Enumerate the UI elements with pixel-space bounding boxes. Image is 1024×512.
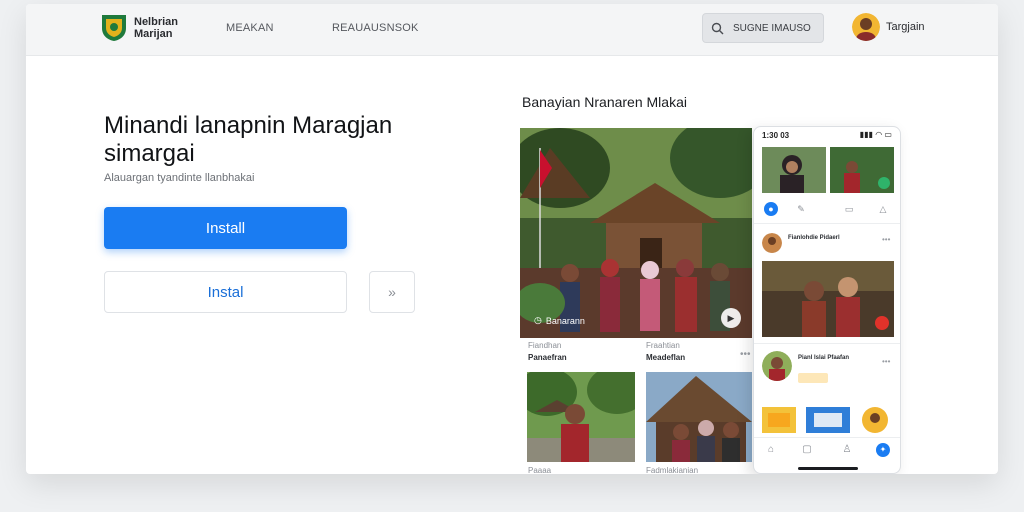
story-thumb-1[interactable] [762,147,826,193]
hut-photo[interactable] [646,372,752,462]
phone-bottom-nav: ⌂ ▢ ♙ ✦ [754,437,900,463]
search-box[interactable]: SUGNE IMAUSO [702,13,824,43]
hero-subtitle: Alauargan tyandinte llanbhakai [104,172,255,184]
brand-line-1: Nelbrian [134,16,179,28]
more-options-icon[interactable]: ••• [740,349,751,360]
post-tag-chip[interactable] [798,373,828,383]
caption-bold-2: Meadeflan [646,353,686,362]
post-photo-1[interactable] [762,261,894,337]
hero-title: Minandi lanapnin Maragjan simargai [104,112,393,167]
thumb-yellow[interactable] [762,407,796,433]
villager-photo-1[interactable] [527,372,635,462]
post-author-avatar-2[interactable] [762,351,792,381]
phone-tab-bar: ● ✎ ▭ △ [754,199,900,219]
overlay-text: Banarann [545,315,585,326]
caption-small-4: Fadmlakianian [646,466,699,474]
post-author-avatar-1[interactable] [762,233,782,253]
thumb-blue[interactable] [806,407,850,433]
chat-icon[interactable]: ▢ [800,443,814,457]
profile-icon[interactable]: ♙ [840,443,854,457]
nav-item-reauausnsok[interactable]: REAUAUSNSOK [332,22,419,34]
search-text: SUGNE IMAUSO [733,23,811,34]
post-more-icon-1[interactable]: ••• [882,235,890,244]
instal-secondary-button[interactable]: Instal [104,271,347,313]
post-author-name-1: Fianlohdie Pidaerl [788,235,840,241]
bell-tab-icon[interactable]: △ [876,202,890,216]
search-icon [711,22,724,35]
village-photo-main[interactable] [520,128,752,338]
home-tab-icon[interactable]: ● [764,202,778,216]
caption-small-1: Fiandhan [528,341,562,350]
phone-divider-2 [754,343,900,344]
brand-line-2: Marijan [134,28,173,40]
compass-icon[interactable]: ✦ [876,443,890,457]
next-arrow-button[interactable]: » [369,271,415,313]
brand-shield-logo[interactable] [100,12,128,42]
message-tab-icon[interactable]: ▭ [842,202,856,216]
clock-icon: ◷ [534,315,542,325]
caption-small-3: Paaaa [528,466,552,474]
photo-overlay-label: ◷ Banarann [534,315,585,326]
home-icon[interactable]: ⌂ [764,443,778,457]
top-navigation-bar: Nelbrian Marijan MEAKAN REAUAUSNSOK SUGN… [26,4,998,56]
home-indicator [798,467,858,470]
phone-divider-1 [754,223,900,224]
username[interactable]: Targjain [886,21,925,33]
post-more-icon-2[interactable]: ••• [882,357,890,366]
play-icon[interactable]: ▶ [721,308,741,328]
tag-tab-icon[interactable]: ✎ [794,202,808,216]
caption-small-2: Fraahtian [646,341,680,350]
post-author-name-2: Pianl Islai Pfaafan [798,355,850,361]
brand-name: Nelbrian Marijan [134,16,214,40]
gallery-title: Banayian Nranaren Mlakai [522,94,687,110]
thumb-avatar[interactable] [860,407,890,433]
phone-status-icons: ▮▮▮ ◠ ▭ [859,130,892,139]
caption-bold-1: Panaefran [528,353,567,362]
phone-time: 1:30 03 [762,131,790,140]
install-button[interactable]: Install [104,207,347,249]
nav-item-meakan[interactable]: MEAKAN [226,22,274,34]
phone-mockup: 1:30 03 ▮▮▮ ◠ ▭ ● ✎ ▭ △ Fianlohdie Pidae… [753,126,901,474]
story-thumb-2[interactable] [830,147,894,193]
user-avatar[interactable] [852,13,880,41]
app-window: Nelbrian Marijan MEAKAN REAUAUSNSOK SUGN… [26,4,998,474]
